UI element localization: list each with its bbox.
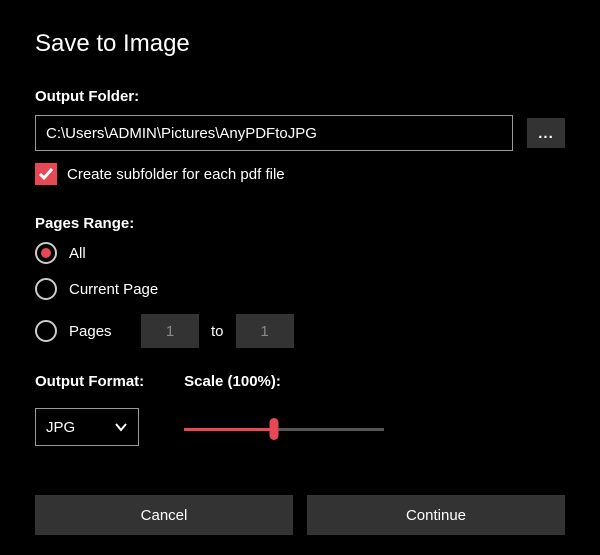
pages-to-label: to bbox=[211, 323, 224, 340]
slider-track bbox=[184, 428, 384, 431]
output-folder-label: Output Folder: bbox=[35, 88, 565, 105]
radio-all[interactable] bbox=[35, 242, 57, 264]
browse-button[interactable]: ... bbox=[527, 118, 565, 148]
slider-fill bbox=[184, 428, 274, 431]
cancel-button[interactable]: Cancel bbox=[35, 495, 293, 535]
pages-from-input[interactable] bbox=[141, 314, 199, 348]
chevron-down-icon bbox=[114, 420, 128, 434]
radio-current-label: Current Page bbox=[69, 281, 158, 298]
subfolder-row: Create subfolder for each pdf file bbox=[35, 163, 565, 185]
output-format-value: JPG bbox=[46, 419, 75, 436]
radio-pages-label: Pages bbox=[69, 323, 129, 340]
radio-row-pages: Pages to bbox=[35, 314, 565, 348]
output-format-label: Output Format: bbox=[35, 373, 144, 390]
slider-thumb[interactable] bbox=[270, 418, 279, 440]
pages-range-label: Pages Range: bbox=[35, 215, 565, 232]
output-format-select[interactable]: JPG bbox=[35, 408, 139, 446]
radio-row-all: All bbox=[35, 242, 565, 264]
radio-row-current: Current Page bbox=[35, 278, 565, 300]
output-folder-input[interactable] bbox=[35, 115, 513, 151]
scale-column: Scale (100%): bbox=[184, 373, 565, 446]
radio-pages[interactable] bbox=[35, 320, 57, 342]
radio-all-label: All bbox=[69, 245, 86, 262]
format-scale-row: Output Format: JPG Scale (100%): bbox=[35, 373, 565, 446]
subfolder-checkbox[interactable] bbox=[35, 163, 57, 185]
dialog-title: Save to Image bbox=[35, 30, 565, 58]
pages-range-group: All Current Page Pages to bbox=[35, 242, 565, 348]
radio-current[interactable] bbox=[35, 278, 57, 300]
save-to-image-dialog: Save to Image Output Folder: ... Create … bbox=[0, 0, 600, 555]
action-row: Cancel Continue bbox=[35, 495, 565, 535]
output-folder-row: ... bbox=[35, 115, 565, 151]
check-icon bbox=[38, 166, 54, 182]
subfolder-label: Create subfolder for each pdf file bbox=[67, 166, 285, 183]
format-column: Output Format: JPG bbox=[35, 373, 144, 446]
continue-button[interactable]: Continue bbox=[307, 495, 565, 535]
pages-to-input[interactable] bbox=[236, 314, 294, 348]
scale-label: Scale (100%): bbox=[184, 373, 565, 390]
scale-slider[interactable] bbox=[184, 418, 384, 440]
